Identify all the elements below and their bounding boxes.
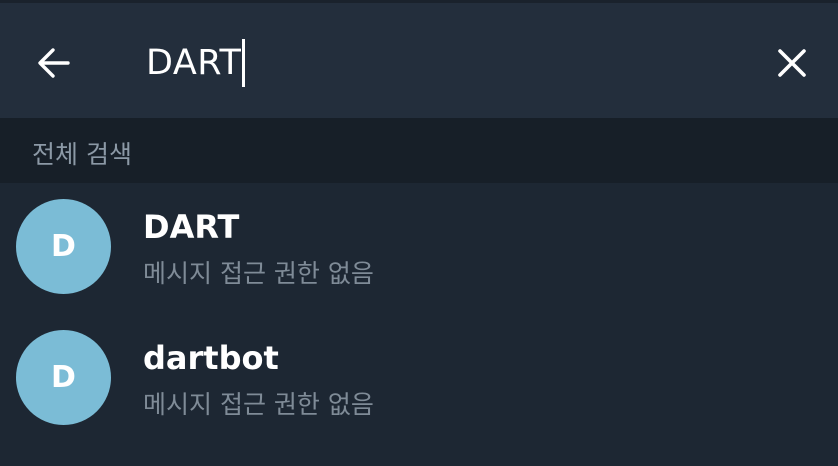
avatar: D [16, 330, 111, 425]
search-query-text: DART [146, 43, 242, 83]
section-title: 전체 검색 [32, 140, 132, 169]
result-name: dartbot [143, 339, 279, 377]
result-status: 메시지 접근 권한 없음 [143, 390, 374, 419]
avatar-letter: D [51, 360, 76, 395]
close-icon [778, 49, 806, 77]
avatar-letter: D [51, 229, 76, 264]
result-name: DART [143, 208, 240, 246]
search-result-item[interactable]: D DART 메시지 접근 권한 없음 [0, 183, 838, 314]
search-header: DART [0, 3, 838, 118]
clear-search-button[interactable] [760, 31, 824, 95]
search-input[interactable]: DART [146, 33, 246, 93]
arrow-left-icon [38, 48, 70, 78]
section-header: 전체 검색 [0, 118, 838, 183]
avatar: D [16, 199, 111, 294]
search-result-item[interactable]: D dartbot 메시지 접근 권한 없음 [0, 314, 838, 445]
back-button[interactable] [22, 31, 86, 95]
result-status: 메시지 접근 권한 없음 [143, 259, 374, 288]
text-caret [242, 39, 246, 87]
